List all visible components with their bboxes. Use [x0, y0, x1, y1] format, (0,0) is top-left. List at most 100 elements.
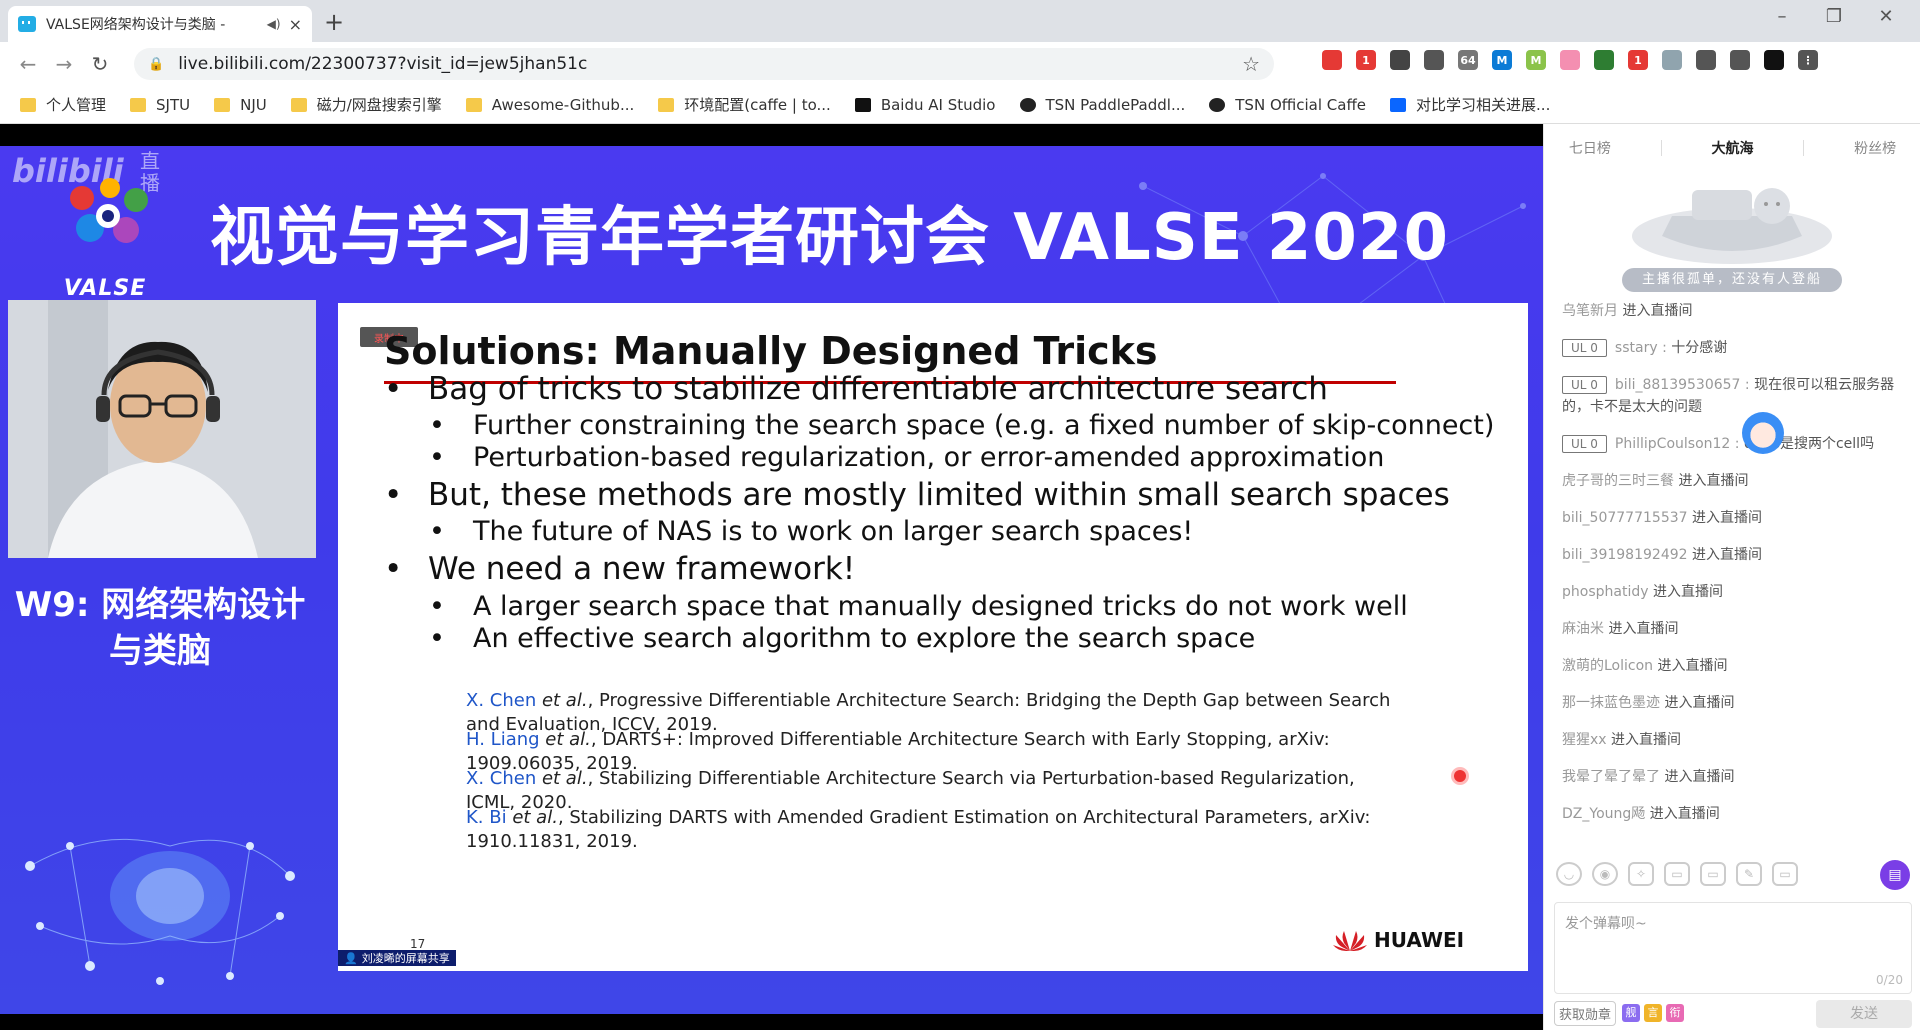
- chat-username[interactable]: 我晕了晕了晕了: [1562, 769, 1660, 785]
- chat-username[interactable]: 乌笔新月: [1562, 303, 1618, 319]
- github-icon: [1209, 97, 1226, 112]
- address-bar[interactable]: 🔒 live.bilibili.com/22300737?visit_id=je…: [134, 48, 1274, 80]
- m-green-icon[interactable]: M: [1526, 50, 1546, 70]
- chat-username[interactable]: 那一抹蓝色墨迹: [1562, 695, 1660, 711]
- ext-red-badge-icon[interactable]: 1: [1356, 50, 1376, 70]
- screen-mode-2-icon[interactable]: ▭: [1700, 862, 1726, 886]
- chat-username[interactable]: sstary: [1615, 340, 1658, 356]
- slide-sub-bullet: A larger search space that manually desi…: [429, 591, 1408, 622]
- palette-icon[interactable]: ◉: [1592, 862, 1618, 886]
- reference-text-cont: 1910.11831, 2019.: [466, 831, 638, 852]
- bookmark-item[interactable]: 磁力/网盘搜索引擎: [290, 94, 442, 115]
- code-icon[interactable]: [1424, 50, 1444, 70]
- playlist-icon[interactable]: [1730, 50, 1750, 70]
- tab-voyage[interactable]: 大航海: [1711, 138, 1753, 158]
- edit-icon[interactable]: ✎: [1736, 862, 1762, 886]
- bilibili-favicon-icon: [18, 16, 36, 32]
- puzzle-icon[interactable]: [1696, 50, 1716, 70]
- settings-gear-icon[interactable]: ✧: [1628, 862, 1654, 886]
- chat-username[interactable]: 虎子哥的三时三餐: [1562, 473, 1674, 489]
- bookmark-item[interactable]: TSN PaddlePaddl...: [1019, 96, 1185, 114]
- chat-bottom-row: 获取勋章 舰言衔 发送: [1554, 998, 1912, 1028]
- valse-logo-text: VALSE: [63, 276, 147, 301]
- live-video-player[interactable]: bilibili 直播 VALSE 视觉与学习青年学者研讨会 VALSE 202…: [0, 124, 1543, 1030]
- forward-button[interactable]: →: [46, 52, 82, 76]
- danmaku-toggle-icon[interactable]: ▤: [1880, 860, 1910, 890]
- menu-dots-icon[interactable]: ⋮: [1798, 50, 1818, 70]
- privilege-badge[interactable]: 舰: [1622, 1004, 1641, 1022]
- bird-icon[interactable]: [1662, 50, 1682, 70]
- profile-avatar-icon[interactable]: [1764, 50, 1784, 70]
- browser-tab[interactable]: VALSE网络架构设计与类脑 - ◀) ×: [8, 6, 312, 42]
- bili-ext-icon[interactable]: [1322, 50, 1342, 70]
- close-window-button[interactable]: ✕: [1866, 6, 1906, 27]
- chat-username[interactable]: 猩猩xx: [1562, 732, 1607, 748]
- bookmark-label: NJU: [240, 95, 267, 114]
- presentation-slide: 录制中 Solutions: Manually Designed Tricks …: [338, 303, 1528, 971]
- github-icon: [1019, 97, 1036, 112]
- danmaku-chat-list: 乌笔新月 进入直播间 UL 0 sstary : 十分感谢 UL 0 bili_8813…: [1562, 300, 1912, 840]
- chat-username[interactable]: 麻油米: [1562, 621, 1604, 637]
- reload-button[interactable]: ↻: [82, 52, 118, 76]
- chat-message: UL 0 PhillipCoulson12 : darts是搜两个cell吗: [1562, 433, 1912, 455]
- tab-seven-day-rank[interactable]: 七日榜: [1569, 138, 1611, 158]
- bookmark-item[interactable]: Baidu AI Studio: [854, 96, 996, 114]
- color-picker-icon[interactable]: [1594, 50, 1614, 70]
- send-button[interactable]: 发送: [1816, 1000, 1912, 1028]
- chat-username[interactable]: bili_39198192492: [1562, 547, 1688, 563]
- record-icon[interactable]: ▭: [1772, 862, 1798, 886]
- maximize-button[interactable]: ❐: [1814, 6, 1854, 27]
- audio-playing-icon[interactable]: ◀): [267, 17, 281, 31]
- m-blue-icon[interactable]: M: [1492, 50, 1512, 70]
- emoji-icon[interactable]: ◡: [1556, 862, 1582, 886]
- lock-icon[interactable]: 🔒: [148, 57, 164, 72]
- pink-ext-icon[interactable]: [1560, 50, 1580, 70]
- bookmark-label: TSN Official Caffe: [1235, 95, 1367, 114]
- privilege-badge[interactable]: 言: [1644, 1004, 1663, 1022]
- bookmark-star-icon[interactable]: ☆: [1242, 52, 1260, 76]
- chat-text: 进入直播间: [1657, 658, 1728, 674]
- chat-text: 进入直播间: [1622, 303, 1693, 319]
- chat-text: 进入直播间: [1664, 695, 1735, 711]
- download-icon[interactable]: [1390, 50, 1410, 70]
- bookmark-label: 对比学习相关进展...: [1416, 96, 1551, 114]
- chat-username[interactable]: PhillipCoulson12: [1615, 436, 1730, 452]
- chat-message: phosphatidy 进入直播间: [1562, 581, 1912, 603]
- base64-icon[interactable]: 64: [1458, 50, 1478, 70]
- chat-username[interactable]: bili_88139530657: [1615, 377, 1741, 393]
- bookmark-item[interactable]: 个人管理: [20, 94, 106, 115]
- chat-username[interactable]: DZ_Young飏: [1562, 806, 1645, 822]
- session-title-line2: 与类脑: [109, 631, 211, 671]
- bookmark-item[interactable]: NJU: [214, 96, 267, 114]
- chat-text: 进入直播间: [1692, 547, 1762, 563]
- bookmark-item[interactable]: 对比学习相关进展...: [1390, 94, 1550, 115]
- reference-etal: et al.: [536, 768, 588, 789]
- chat-username[interactable]: phosphatidy: [1562, 584, 1649, 600]
- back-button[interactable]: ←: [10, 52, 46, 76]
- folder-icon: [130, 97, 147, 112]
- bookmark-item[interactable]: TSN Official Caffe: [1209, 96, 1366, 114]
- slide-bullet: But, these methods are mostly limited wi…: [384, 477, 1450, 513]
- bookmark-item[interactable]: Awesome-Github...: [465, 96, 634, 114]
- tab-close-icon[interactable]: ×: [289, 15, 302, 34]
- laser-pointer-dot: [1454, 770, 1466, 782]
- chat-message: bili_39198192492 进入直播间: [1562, 544, 1912, 566]
- get-medal-button[interactable]: 获取勋章: [1554, 1000, 1617, 1026]
- chat-text: 进入直播间: [1652, 584, 1723, 600]
- tab-fan-rank[interactable]: 粉丝榜: [1854, 138, 1896, 158]
- minimize-button[interactable]: –: [1762, 6, 1802, 27]
- navigation-toolbar: ← → ↻ 🔒 live.bilibili.com/22300737?visit…: [0, 42, 1920, 86]
- screen-mode-icon[interactable]: ▭: [1664, 862, 1690, 886]
- folder-icon: [465, 97, 482, 112]
- huawei-petal-icon: [1333, 931, 1367, 951]
- bookmark-item[interactable]: 环境配置(caffe | to...: [658, 94, 831, 115]
- bookmark-item[interactable]: SJTU: [130, 96, 190, 114]
- y-ext-icon[interactable]: 1: [1628, 50, 1648, 70]
- danmaku-input[interactable]: 发个弹幕呗~ 0/20: [1554, 902, 1912, 994]
- bookmark-label: 个人管理: [46, 96, 107, 114]
- privilege-badge[interactable]: 衔: [1666, 1004, 1685, 1022]
- user-icon: 👤: [344, 951, 358, 965]
- chat-username[interactable]: 激萌的Lolicon: [1562, 658, 1653, 674]
- chat-username[interactable]: bili_50777715537: [1562, 510, 1688, 526]
- new-tab-button[interactable]: +: [324, 8, 344, 36]
